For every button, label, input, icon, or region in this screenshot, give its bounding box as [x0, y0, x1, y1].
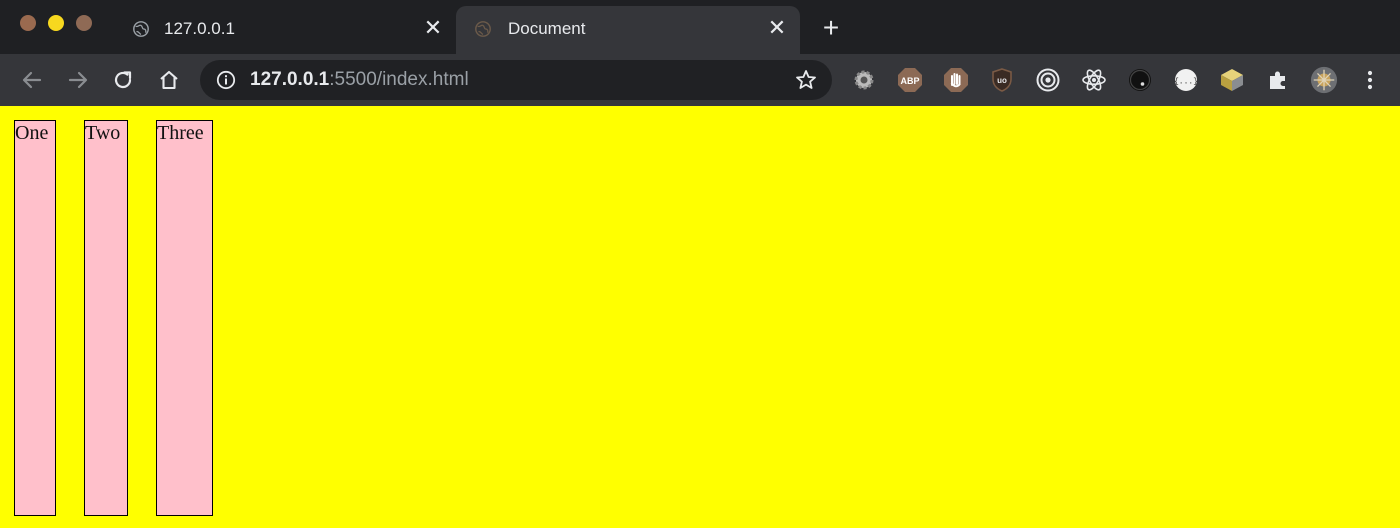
- tab-close-button[interactable]: ✕: [422, 17, 444, 40]
- ublock-origin-icon[interactable]: uo: [988, 66, 1016, 94]
- cube-icon: [1221, 69, 1243, 91]
- adblock-plus-icon[interactable]: ABP: [896, 66, 924, 94]
- abp-octagon-icon: ABP: [898, 68, 922, 92]
- forward-arrow-icon: [68, 71, 88, 89]
- box-label: Two: [85, 122, 121, 144]
- bookmark-star-icon[interactable]: [794, 68, 818, 92]
- box-one: One: [14, 120, 56, 516]
- more-icon: [1367, 70, 1373, 90]
- home-icon: [160, 70, 178, 90]
- box-label: One: [15, 122, 49, 144]
- url-host: 127.0.0.1: [250, 69, 330, 90]
- ublock-label: uo: [997, 76, 1007, 85]
- json-viewer-icon[interactable]: {...}: [1172, 66, 1200, 94]
- new-tab-button[interactable]: +: [818, 14, 844, 42]
- kebab-menu-icon[interactable]: [1356, 66, 1384, 94]
- reload-button[interactable]: [109, 66, 137, 94]
- tab-title: 127.0.0.1: [164, 19, 235, 38]
- tab-document[interactable]: Document ✕: [456, 6, 800, 54]
- box-label: Three: [157, 122, 204, 144]
- avatar-icon: [1310, 66, 1338, 94]
- puzzle-icon: [1270, 71, 1285, 89]
- gear-icon: [854, 70, 874, 90]
- concentric-circles-icon: [1036, 68, 1060, 92]
- box-two: Two: [84, 120, 128, 516]
- gear-extension-icon[interactable]: [850, 66, 878, 94]
- braces-icon: {...}: [1174, 69, 1198, 91]
- page-viewport: One Two Three: [0, 106, 1400, 528]
- url-path: :5500/index.html: [329, 69, 469, 90]
- target-icon[interactable]: [1034, 66, 1062, 94]
- forward-button[interactable]: [64, 66, 92, 94]
- address-bar[interactable]: 127.0.0.1:5500/index.html: [200, 60, 832, 100]
- react-devtools-icon[interactable]: [1080, 66, 1108, 94]
- puzzle-extensions-icon[interactable]: [1264, 66, 1292, 94]
- box-three: Three: [156, 120, 213, 516]
- dark-circle-icon[interactable]: [1126, 66, 1154, 94]
- globe-icon: [133, 21, 149, 37]
- profile-avatar[interactable]: [1310, 66, 1338, 94]
- tab-strip: 127.0.0.1 ✕ Document ✕ +: [0, 0, 1400, 54]
- maximize-window-button[interactable]: [76, 15, 92, 31]
- atom-icon: [1082, 69, 1106, 91]
- hand-icon: [944, 68, 968, 92]
- browser-toolbar: 127.0.0.1:5500/index.html ABP uo {...}: [0, 54, 1400, 106]
- url-text[interactable]: 127.0.0.1:5500/index.html: [250, 69, 469, 91]
- tab-title: Document: [508, 19, 586, 38]
- cube-extension-icon[interactable]: [1218, 66, 1246, 94]
- tab-close-button[interactable]: ✕: [766, 17, 788, 40]
- shield-icon: uo: [992, 68, 1012, 92]
- reload-icon: [114, 71, 132, 89]
- abp-label: ABP: [900, 76, 919, 86]
- globe-icon: [475, 21, 491, 37]
- info-icon[interactable]: [216, 70, 236, 90]
- minimize-window-button[interactable]: [48, 15, 64, 31]
- close-window-button[interactable]: [20, 15, 36, 31]
- back-button[interactable]: [18, 66, 46, 94]
- json-label: {...}: [1174, 78, 1198, 87]
- tab-127-0-0-1[interactable]: 127.0.0.1 ✕: [112, 6, 456, 54]
- home-button[interactable]: [155, 66, 183, 94]
- hand-stop-icon[interactable]: [942, 66, 970, 94]
- back-arrow-icon: [22, 71, 42, 89]
- record-icon: [1129, 69, 1151, 91]
